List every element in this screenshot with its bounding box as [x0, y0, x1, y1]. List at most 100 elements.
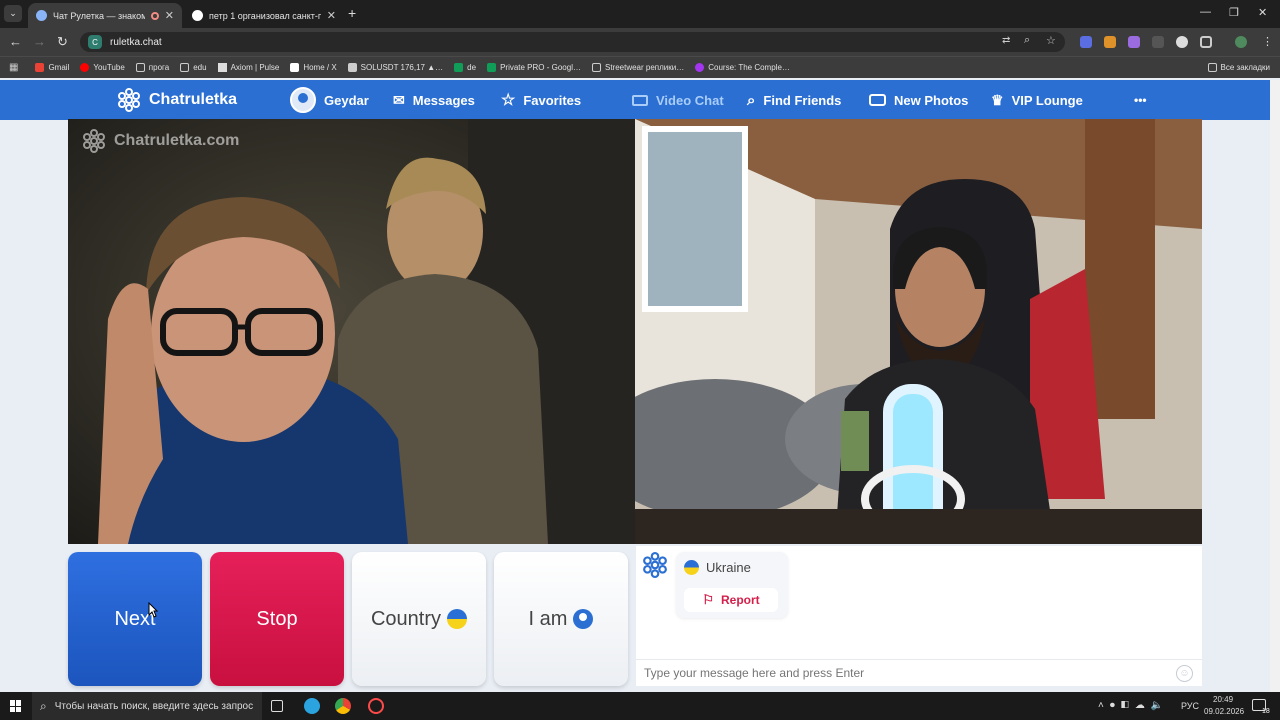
- bookmark-label: Private PRO - Googl…: [500, 63, 581, 72]
- bookmark-label: de: [467, 63, 477, 72]
- nav-favorites[interactable]: ☆ Favorites: [501, 80, 581, 120]
- gmail-icon: [35, 63, 45, 72]
- emoji-icon[interactable]: ☺: [1176, 665, 1193, 682]
- video-camera-icon: [632, 94, 648, 106]
- next-button[interactable]: Next: [68, 552, 202, 686]
- ukraine-flag-icon: [684, 560, 699, 575]
- task-view-icon[interactable]: [271, 700, 283, 712]
- avatar: [290, 87, 316, 113]
- bookmark-private-pro[interactable]: Private PRO - Googl…: [487, 63, 581, 72]
- language-indicator[interactable]: РУС: [1181, 701, 1199, 711]
- extension-icon[interactable]: [1104, 36, 1116, 48]
- close-window-icon[interactable]: ✕: [1258, 6, 1267, 19]
- gender-filter-button[interactable]: I am: [494, 552, 628, 686]
- report-button[interactable]: ⚐ Report: [684, 588, 778, 612]
- tab-chatruletka[interactable]: Чат Рулетка — знакомств… ✕: [28, 3, 182, 28]
- reload-icon[interactable]: ↻: [57, 34, 68, 50]
- windows-start-icon[interactable]: [10, 700, 22, 712]
- bookmark-course[interactable]: Course: The Comple…: [695, 63, 790, 72]
- nav-vip-lounge[interactable]: ♛ VIP Lounge: [991, 80, 1083, 120]
- country-filter-button[interactable]: Country: [352, 552, 486, 686]
- site-info-icon[interactable]: C: [88, 35, 102, 49]
- chevron-down-icon: ⌄: [9, 8, 17, 18]
- chatruletka-logo-icon: [643, 552, 667, 578]
- nav-label: VIP Lounge: [1011, 92, 1083, 108]
- close-tab-icon[interactable]: ✕: [165, 9, 174, 22]
- bookmark-label: Home / X: [303, 63, 337, 72]
- forward-icon[interactable]: →: [33, 34, 46, 49]
- back-icon[interactable]: ←: [9, 34, 22, 49]
- profile-avatar[interactable]: [1235, 36, 1247, 48]
- bookmark-gmail[interactable]: Gmail: [35, 63, 69, 72]
- stop-button[interactable]: Stop: [210, 552, 344, 686]
- bookmark-de[interactable]: de: [454, 63, 476, 72]
- chrome-icon[interactable]: [335, 698, 351, 714]
- zoom-icon[interactable]: ⌕: [1024, 34, 1030, 47]
- bookmark-axiom[interactable]: Axiom | Pulse: [217, 63, 280, 72]
- bookmark-star-icon[interactable]: ☆: [1046, 34, 1056, 47]
- recording-icon: [151, 11, 159, 20]
- chatruletka-logo-icon: [83, 129, 105, 153]
- nav-profile[interactable]: Geydar: [290, 80, 369, 120]
- clock-date[interactable]: 09.02.2026: [1204, 707, 1244, 716]
- watermark: Chatruletka.com: [82, 129, 239, 153]
- menu-icon[interactable]: ⋮: [1262, 35, 1273, 48]
- bookmark-x[interactable]: Home / X: [290, 63, 337, 72]
- nav-find-friends[interactable]: ⌕ Find Friends: [747, 80, 841, 120]
- speedtest-icon[interactable]: [368, 698, 384, 714]
- axiom-icon: [217, 63, 227, 72]
- system-tray: ˄⏺◧☁🔈: [1098, 700, 1170, 711]
- chat-panel: Ukraine ⚐ Report ☺: [636, 546, 1202, 686]
- apps-grid-icon[interactable]: ▦: [9, 62, 18, 73]
- partner-info-card: Ukraine ⚐ Report: [676, 552, 788, 618]
- folder-icon: [180, 63, 190, 72]
- bookmark-youtube[interactable]: YouTube: [80, 63, 125, 72]
- page-scrollbar[interactable]: [1270, 80, 1280, 692]
- translate-icon[interactable]: ⇄: [1002, 35, 1010, 46]
- brand-logo[interactable]: Chatruletka: [117, 80, 237, 120]
- page-icon: [591, 63, 601, 72]
- more-menu-button[interactable]: •••: [1134, 80, 1147, 120]
- extension-icon[interactable]: [1176, 36, 1188, 48]
- country-label: Country: [370, 607, 442, 630]
- minimize-icon[interactable]: —: [1200, 6, 1211, 18]
- chat-message-input[interactable]: [636, 660, 1166, 686]
- restore-icon[interactable]: ❐: [1229, 6, 1239, 19]
- address-toolbar: ← → ↻ C ruletka.chat ⇄ ⌕ ☆ ⋮: [0, 28, 1280, 56]
- taskbar-search-box[interactable]: ⌕ Чтобы начать поиск, введите здесь запр…: [32, 692, 262, 720]
- browser-tab-strip: ⌄ Чат Рулетка — знакомств… ✕ петр 1 орга…: [0, 0, 1280, 28]
- brand-name: Chatruletka: [149, 91, 238, 108]
- tab-title: Чат Рулетка — знакомств…: [53, 10, 146, 21]
- bookmark-folder-proga[interactable]: прога: [135, 63, 169, 72]
- bookmark-label: Axiom | Pulse: [230, 63, 280, 72]
- close-tab-icon[interactable]: ✕: [327, 9, 336, 22]
- new-tab-button[interactable]: +: [348, 5, 356, 21]
- address-bar[interactable]: C ruletka.chat ⇄ ⌕ ☆: [80, 32, 1065, 52]
- extensions-puzzle-icon[interactable]: [1200, 36, 1212, 48]
- udemy-icon: [695, 63, 705, 72]
- bookmark-streetwear[interactable]: Streetwear реплики…: [591, 63, 684, 72]
- extension-icon[interactable]: [1152, 36, 1164, 48]
- tab-wiki[interactable]: петр 1 организовал санкт-пе… ✕: [184, 3, 344, 28]
- extension-icon[interactable]: [1128, 36, 1140, 48]
- nav-new-photos[interactable]: New Photos: [869, 80, 968, 120]
- stop-label: Stop: [256, 607, 298, 630]
- bookmark-label: Все закладки: [1220, 63, 1270, 72]
- tab-search-button[interactable]: ⌄: [4, 5, 22, 22]
- clock-time[interactable]: 20:49: [1213, 695, 1233, 704]
- local-video-image: [68, 119, 635, 544]
- extension-icon[interactable]: [1080, 36, 1092, 48]
- globe-icon: [192, 10, 203, 21]
- telegram-icon[interactable]: [304, 698, 320, 714]
- report-label: Report: [720, 593, 760, 607]
- bookmarks-bar: ▦ Gmail YouTube прога edu Axiom | Pulse …: [0, 56, 1280, 78]
- all-bookmarks[interactable]: Все закладки: [1207, 63, 1270, 72]
- partner-country-label: Ukraine: [706, 560, 751, 575]
- nav-video-chat[interactable]: Video Chat: [632, 80, 724, 120]
- flag-icon: ⚐: [702, 592, 714, 607]
- envelope-icon: ✉: [393, 91, 405, 108]
- folder-icon: [1207, 63, 1217, 72]
- bookmark-folder-edu[interactable]: edu: [180, 63, 207, 72]
- nav-messages[interactable]: ✉ Messages: [393, 80, 475, 120]
- bookmark-solusdt[interactable]: SOLUSDT 176,17 ▲…: [347, 63, 443, 72]
